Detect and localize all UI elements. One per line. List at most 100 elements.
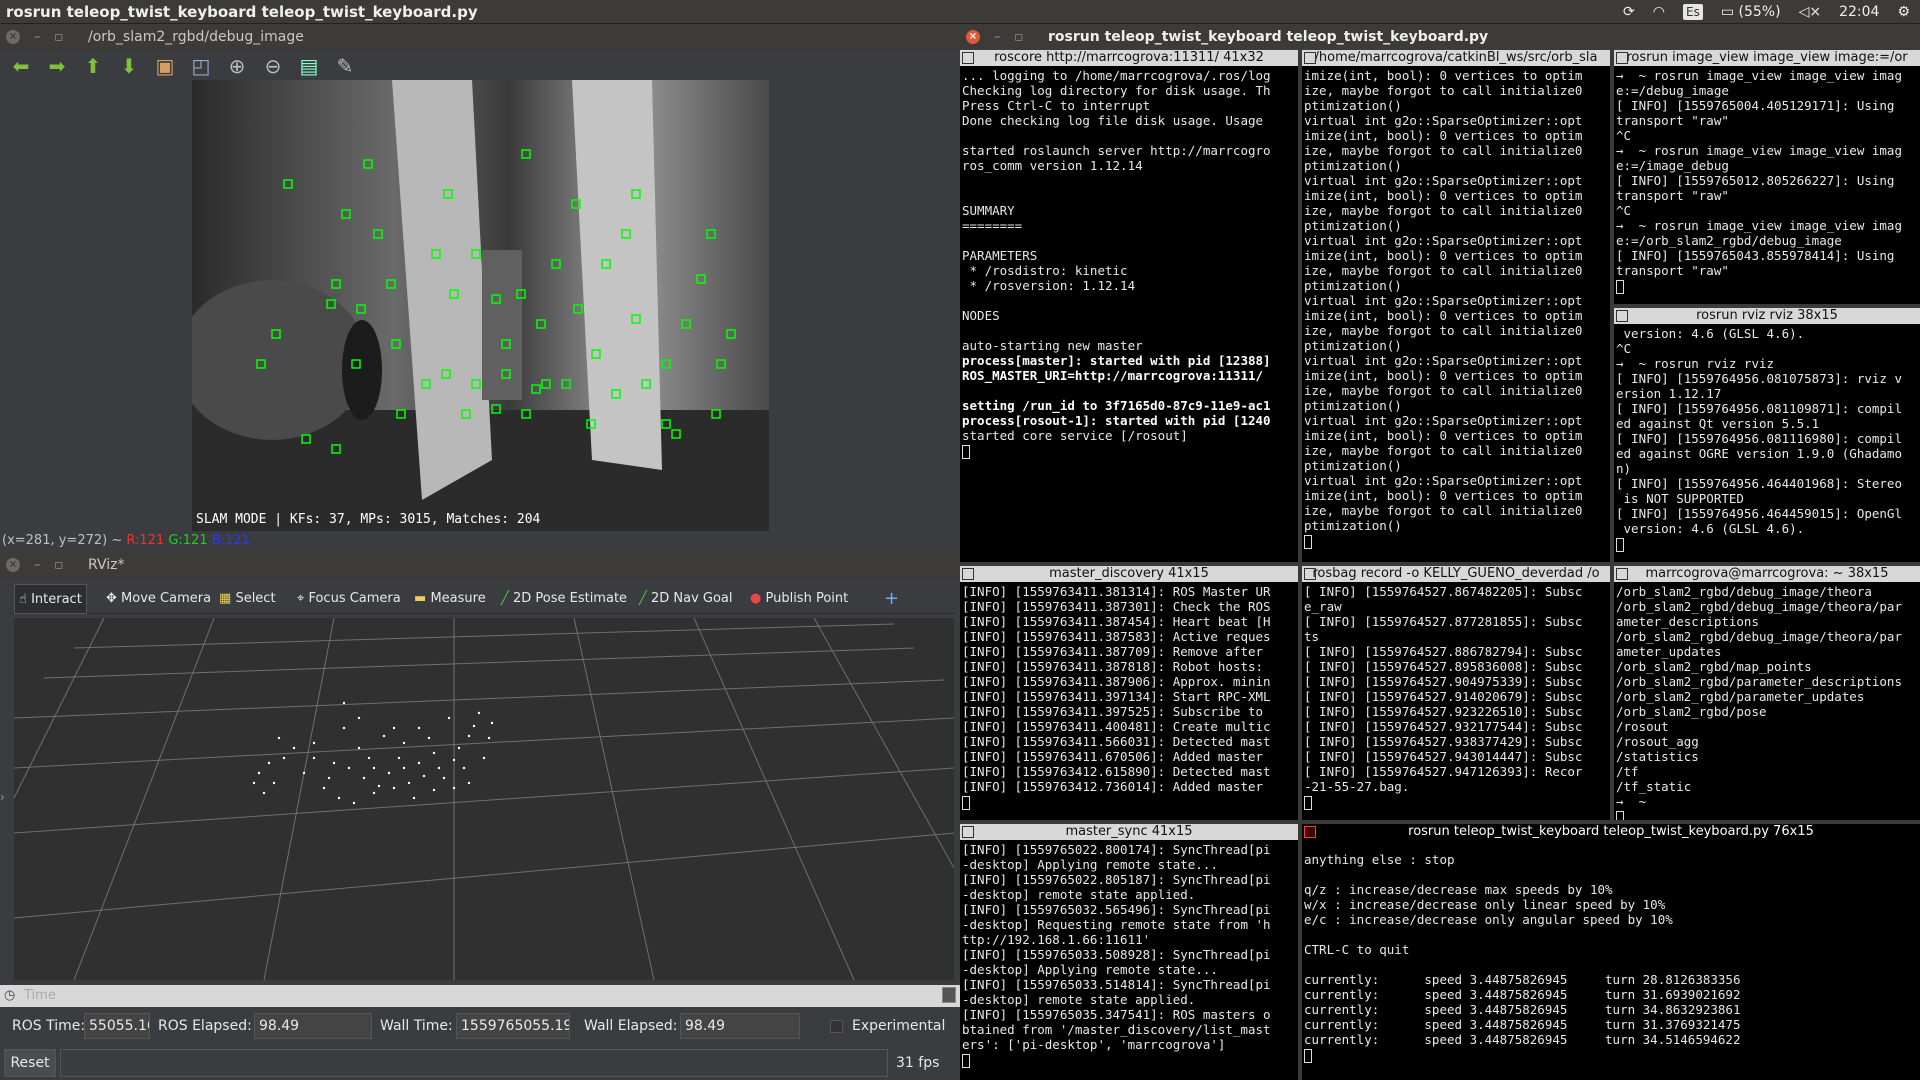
terminal-master-sync[interactable]: master_sync 41x15 [INFO] [1559765022.800… [960,824,1298,1080]
close-icon[interactable]: × [966,30,980,44]
gear-icon[interactable]: ⚙ [1897,0,1910,24]
terminal-line: [INFO] [1559763411.387818]: Robot hosts: [962,659,1264,674]
terminal-line: ROS_MASTER_URI=http://marrcogrova:11311/ [962,368,1264,383]
terminal-line: /statistics [1616,749,1699,764]
nav-goal-tool[interactable]: ╱ 2D Nav Goal [635,584,737,614]
terminal-line: [INFO] [1559763411.397525]: Subscribe to [962,704,1264,719]
fps-counter: 31 fps [896,1055,940,1071]
terminal-line: [INFO] [1559765032.565496]: SyncThread[p… [962,902,1271,917]
terminal-line: [ INFO] [1559765004.405129171]: Using [1616,98,1895,113]
publish-point-tool[interactable]: ● Publish Point [746,584,852,614]
terminal-line: currently: speed 3.44875826945 turn 31.6… [1304,987,1741,1002]
select-tool[interactable]: ▦ Select [215,584,280,614]
ros-elapsed-field[interactable]: 98.49 [254,1013,372,1039]
minimize-icon[interactable]: – [34,24,41,50]
zoom-in-icon[interactable]: ⊕ [224,54,250,78]
reset-button[interactable]: Reset [4,1049,56,1077]
ros-time-label: ROS Time: [12,1018,86,1034]
close-icon[interactable]: × [6,30,20,44]
terminal-line: ptimization() [1304,458,1402,473]
wall-elapsed-field[interactable]: 98.49 [680,1013,800,1039]
brush-icon[interactable]: ✎ [332,54,358,78]
clock[interactable]: 22:04 [1839,0,1879,24]
arrow-left-icon[interactable]: ⬅ [8,54,34,78]
terminal-line: [INFO] [1559763411.381314]: ROS Master U… [962,584,1271,599]
green-arrow-icon: ╱ [639,591,647,606]
terminal-line: ptimization() [1304,518,1402,533]
rviz-3d-view[interactable] [14,618,954,980]
terminal-line: imize(int, bool): 0 vertices to optim [1304,428,1583,443]
terminal-line: PARAMETERS [962,248,1038,263]
terminal-line: -desktop] Applying remote state... [962,857,1218,872]
minimize-icon[interactable]: – [994,24,1001,50]
terminal-master-discovery[interactable]: master_discovery 41x15 [INFO] [155976341… [960,566,1298,820]
terminal-image-view[interactable]: rosrun image_view image_view image:=/or … [1614,50,1920,304]
experimental-checkbox[interactable] [830,1020,843,1033]
terminal-line: is NOT SUPPORTED [1616,491,1744,506]
arrow-right-icon[interactable]: ➡ [44,54,70,78]
terminal-title: rosrun rviz rviz 38x15 [1696,308,1838,323]
terminal-roscore[interactable]: roscore http://marrcogrova:11311/ 41x32 … [960,50,1298,562]
terminal-line: [INFO] [1559763411.387709]: Remove after [962,644,1264,659]
zoom-out-icon[interactable]: ⊖ [260,54,286,78]
terminal-line: process[rosout-1]: started with pid [124… [962,413,1271,428]
terminal-line: Checking log directory for disk usage. T… [962,83,1271,98]
wifi-icon[interactable]: ◠ [1653,0,1665,24]
terminal-line: imize(int, bool): 0 vertices to optim [1304,68,1583,83]
terminal-line: w/x : increase/decrease only linear spee… [1304,897,1666,912]
arrow-down-icon[interactable]: ⬇ [116,54,142,78]
battery-indicator[interactable]: ▭ (55%) [1721,0,1781,24]
terminal-line: ptimization() [1304,278,1402,293]
terminal-line: process[master]: started with pid [12388… [962,353,1271,368]
keyboard-layout-indicator[interactable]: Es [1683,4,1703,20]
terminal-line: ize, maybe forgot to call initialize0 [1304,443,1583,458]
minimize-icon[interactable]: – [34,552,41,578]
left-panel-toggle[interactable]: › [0,790,12,804]
add-tool-button[interactable]: + [880,584,903,614]
pose-estimate-tool[interactable]: ╱ 2D Pose Estimate [497,584,631,614]
terminal-teleop[interactable]: rosrun teleop_twist_keyboard teleop_twis… [1302,824,1920,1080]
fit-window-icon[interactable]: ◰ [188,54,214,78]
maximize-icon[interactable]: ▫ [1014,24,1024,50]
close-icon[interactable]: × [6,558,20,572]
focus-camera-tool[interactable]: ⌖ Focus Camera [293,584,405,614]
terminal-line: version: 4.6 (GLSL 4.6). [1616,521,1805,536]
experimental-label: Experimental [852,1018,946,1034]
debug-image[interactable] [192,80,769,531]
image-view-titlebar: × – ▫ /orb_slam2_rgbd/debug_image [0,24,960,50]
image-icon[interactable]: ▣ [152,54,178,78]
hand-icon: ☝ [19,592,27,607]
terminal-line: ize, maybe forgot to call initialize0 [1304,83,1583,98]
save-icon[interactable]: ▤ [296,54,322,78]
terminal-orb-slam[interactable]: /home/marrcogrova/catkinBl_ws/src/orb_sl… [1302,50,1610,562]
terminal-output: [ INFO] [1559764527.867482205]: Subsc e_r… [1304,584,1606,820]
terminal-rosbag[interactable]: rosbag record -o KELLY_GUENO_deverdad /o… [1302,566,1610,820]
measure-tool[interactable]: ▬ Measure [410,584,490,614]
terminal-line: ttp://192.168.1.66:11611' [962,932,1151,947]
terminal-shell[interactable]: marrcogrova@marrcogrova: ~ 38x15 /orb_sl… [1614,566,1920,820]
terminal-line: [ INFO] [1559764956.081109871]: compil [1616,401,1902,416]
ros-time-field[interactable]: 55055.16 [84,1013,150,1039]
close-panel-icon[interactable] [942,987,956,1003]
arrow-up-icon[interactable]: ⬆ [80,54,106,78]
terminal-output: [INFO] [1559765022.800174]: SyncThread[p… [962,842,1294,1080]
terminal-line: ize, maybe forgot to call initialize0 [1304,323,1583,338]
terminal-line: [ INFO] [1559764527.923226510]: Subsc [1304,704,1583,719]
terminal-rviz[interactable]: rosrun rviz rviz 38x15 version: 4.6 (GLS… [1614,308,1920,562]
maximize-icon[interactable]: ▫ [54,552,64,578]
wall-time-field[interactable]: 1559765055.19 [456,1013,570,1039]
terminal-line: e:=/image_debug [1616,158,1729,173]
terminal-line: * /rosversion: 1.12.14 [962,278,1136,293]
terminal-icon [1304,826,1316,838]
maximize-icon[interactable]: ▫ [54,24,64,50]
terminal-line: /orb_slam2_rgbd/debug_image/theora/par [1616,599,1902,614]
top-panel: rosrun teleop_twist_keyboard teleop_twis… [0,0,1920,24]
window-title: RViz* [88,557,125,573]
network-sync-icon[interactable]: ⟳ [1623,0,1635,24]
volume-icon[interactable]: ◁× [1799,0,1822,24]
terminal-cursor [1616,537,1624,552]
move-camera-tool[interactable]: ✥ Move Camera [102,584,215,614]
terminal-line: [INFO] [1559765033.508928]: SyncThread[p… [962,947,1271,962]
interact-tool[interactable]: ☝ Interact [14,584,87,614]
